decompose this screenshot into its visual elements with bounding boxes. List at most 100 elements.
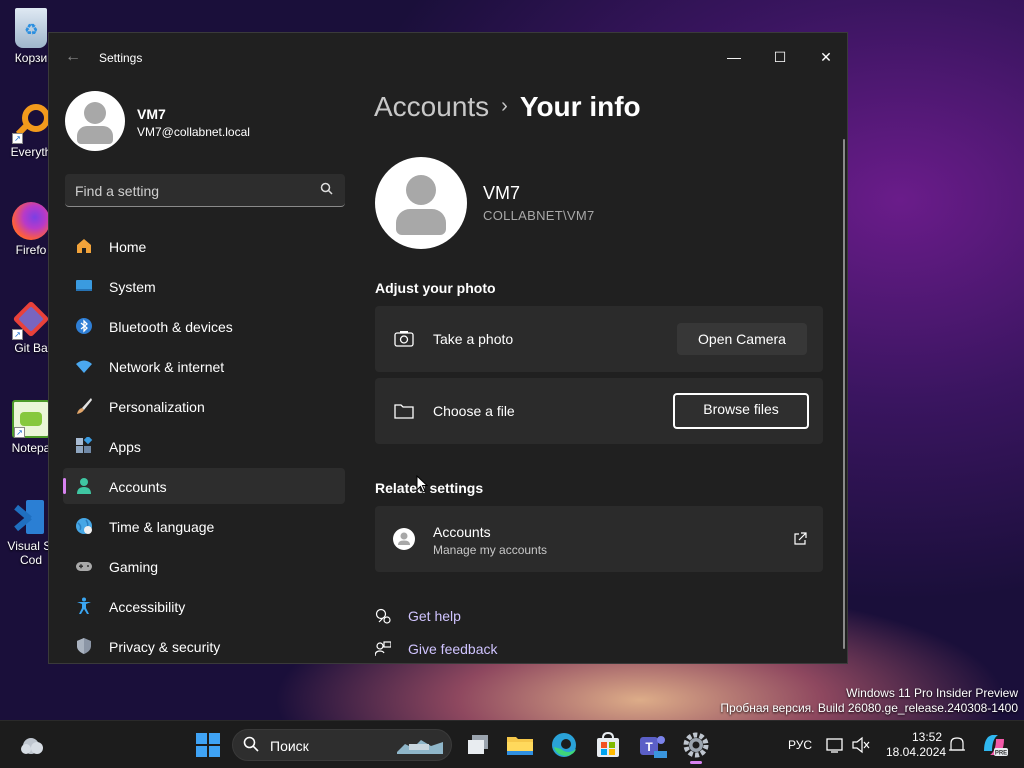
browse-files-button[interactable]: Browse files <box>673 393 809 429</box>
volume-muted-icon <box>852 736 870 754</box>
sidebar-item-time-language[interactable]: Time & language <box>63 508 345 544</box>
sidebar-item-accounts[interactable]: Accounts <box>63 468 345 504</box>
svg-text:T: T <box>645 740 653 754</box>
network-tray[interactable] <box>824 729 846 761</box>
start-button[interactable] <box>192 729 224 761</box>
notifications-button[interactable] <box>946 729 968 761</box>
shortcut-arrow-icon: ↗ <box>12 329 23 340</box>
sidebar-item-home[interactable]: Home <box>63 228 345 264</box>
edge-button[interactable] <box>548 729 580 761</box>
brush-icon <box>77 398 92 414</box>
sidebar-item-personalization[interactable]: Personalization <box>63 388 345 424</box>
settings-window: ← Settings — ☐ ✕ VM7 VM7@collabnet.local… <box>48 32 848 664</box>
folder-icon <box>507 737 533 755</box>
clock-date: 18.04.2024 <box>886 745 947 759</box>
sidebar-item-label: Personalization <box>109 399 205 415</box>
everything-icon: ↗ <box>12 104 50 144</box>
copilot-icon: PRE <box>984 735 1008 757</box>
sidebar-item-label: Privacy & security <box>109 639 221 655</box>
choose-file-card: Choose a file Browse files <box>375 378 823 444</box>
sidebar-item-label: Time & language <box>109 519 215 535</box>
sidebar-item-system[interactable]: System <box>63 268 345 304</box>
bluetooth-icon <box>76 318 92 334</box>
settings-taskbar-button[interactable] <box>680 729 712 761</box>
shortcut-arrow-icon: ↗ <box>14 427 25 438</box>
profile-name: VM7 <box>137 106 166 122</box>
language-indicator[interactable]: РУС <box>788 738 812 752</box>
external-link-icon <box>794 532 807 545</box>
minimize-button[interactable]: — <box>711 41 757 73</box>
sidebar-item-privacy-security[interactable]: Privacy & security <box>63 628 345 663</box>
sidebar-item-label: Network & internet <box>109 359 225 375</box>
sidebar-item-label: Gaming <box>109 559 159 575</box>
close-icon: ✕ <box>820 49 832 65</box>
title-bar[interactable]: ← Settings — ☐ ✕ <box>49 33 847 81</box>
related-accounts-title: Accounts <box>433 524 491 540</box>
folder-icon <box>394 404 414 419</box>
sidebar-item-network[interactable]: Network & internet <box>63 348 345 384</box>
sidebar-item-label: Accessibility <box>109 599 186 615</box>
search-input[interactable]: Find a setting <box>65 174 345 207</box>
sidebar-item-apps[interactable]: Apps <box>63 428 345 464</box>
related-settings-heading: Related settings <box>375 480 484 496</box>
os-watermark: Windows 11 Pro Insider Preview Пробная в… <box>720 686 1018 716</box>
windows-logo-icon <box>196 733 220 757</box>
back-button[interactable]: ← <box>63 47 83 67</box>
volume-tray[interactable] <box>850 729 872 761</box>
sidebar-item-label: Apps <box>109 439 141 455</box>
related-accounts-subtitle: Manage my accounts <box>433 543 548 557</box>
file-explorer-button[interactable] <box>504 729 536 761</box>
sidebar-item-gaming[interactable]: Gaming <box>63 548 345 584</box>
search-placeholder: Find a setting <box>75 183 160 199</box>
sidebar-item-bluetooth[interactable]: Bluetooth & devices <box>63 308 345 344</box>
apps-icon <box>76 437 93 453</box>
user-domain: COLLABNET\VM7 <box>483 208 595 223</box>
account-avatar-icon <box>393 528 415 550</box>
teams-button[interactable]: T <box>636 729 668 761</box>
clock-time: 13:52 <box>911 730 942 744</box>
choose-file-label: Choose a file <box>433 403 515 419</box>
search-icon <box>320 182 333 198</box>
sidebar-nav: Home System Bluetooth & devices Network … <box>63 228 345 663</box>
window-title: Settings <box>99 51 143 65</box>
open-camera-button[interactable]: Open Camera <box>677 323 807 355</box>
page-title: Your info <box>519 91 641 122</box>
firefox-icon <box>12 202 50 240</box>
minimize-icon: — <box>727 49 741 65</box>
search-highlight-icon <box>397 740 443 754</box>
vscode-icon <box>12 498 50 536</box>
gamepad-icon <box>76 562 92 571</box>
system-icon <box>76 280 92 291</box>
network-icon <box>76 360 92 373</box>
maximize-icon: ☐ <box>773 49 787 65</box>
camera-icon <box>394 331 414 347</box>
globe-icon <box>76 518 92 534</box>
close-button[interactable]: ✕ <box>803 41 847 73</box>
system-clock[interactable]: 13:52 18.04.2024 <box>886 730 947 760</box>
watermark-line1: Windows 11 Pro Insider Preview <box>846 686 1018 700</box>
maximize-button[interactable]: ☐ <box>757 41 803 73</box>
taskbar: Поиск T РУС 13:52 18.04.2024 PRE <box>0 720 1024 768</box>
teams-icon: T <box>640 736 667 758</box>
accessibility-icon <box>77 597 91 614</box>
related-accounts-card[interactable]: Accounts Manage my accounts <box>375 506 823 572</box>
taskbar-search[interactable]: Поиск <box>232 729 452 761</box>
give-feedback-label: Give feedback <box>408 641 498 657</box>
back-arrow-icon: ← <box>65 48 81 65</box>
take-photo-label: Take a photo <box>433 331 514 347</box>
take-photo-card: Take a photo Open Camera <box>375 306 823 372</box>
chevron-right-icon: › <box>501 95 508 117</box>
copilot-button[interactable]: PRE <box>978 729 1010 761</box>
notepad-plus-plus-icon: ↗ <box>12 400 50 438</box>
breadcrumb-parent[interactable]: Accounts <box>374 91 489 122</box>
task-view-button[interactable] <box>462 729 494 761</box>
mouse-cursor-icon <box>416 475 428 493</box>
sidebar-item-accessibility[interactable]: Accessibility <box>63 588 345 624</box>
user-avatar-large <box>375 157 467 249</box>
recycle-bin-icon: ♻ <box>15 8 47 48</box>
store-icon <box>597 731 619 757</box>
profile-email: VM7@collabnet.local <box>137 125 250 139</box>
scrollbar[interactable] <box>843 139 845 649</box>
microsoft-store-button[interactable] <box>592 729 624 761</box>
weather-widget[interactable] <box>16 729 48 761</box>
